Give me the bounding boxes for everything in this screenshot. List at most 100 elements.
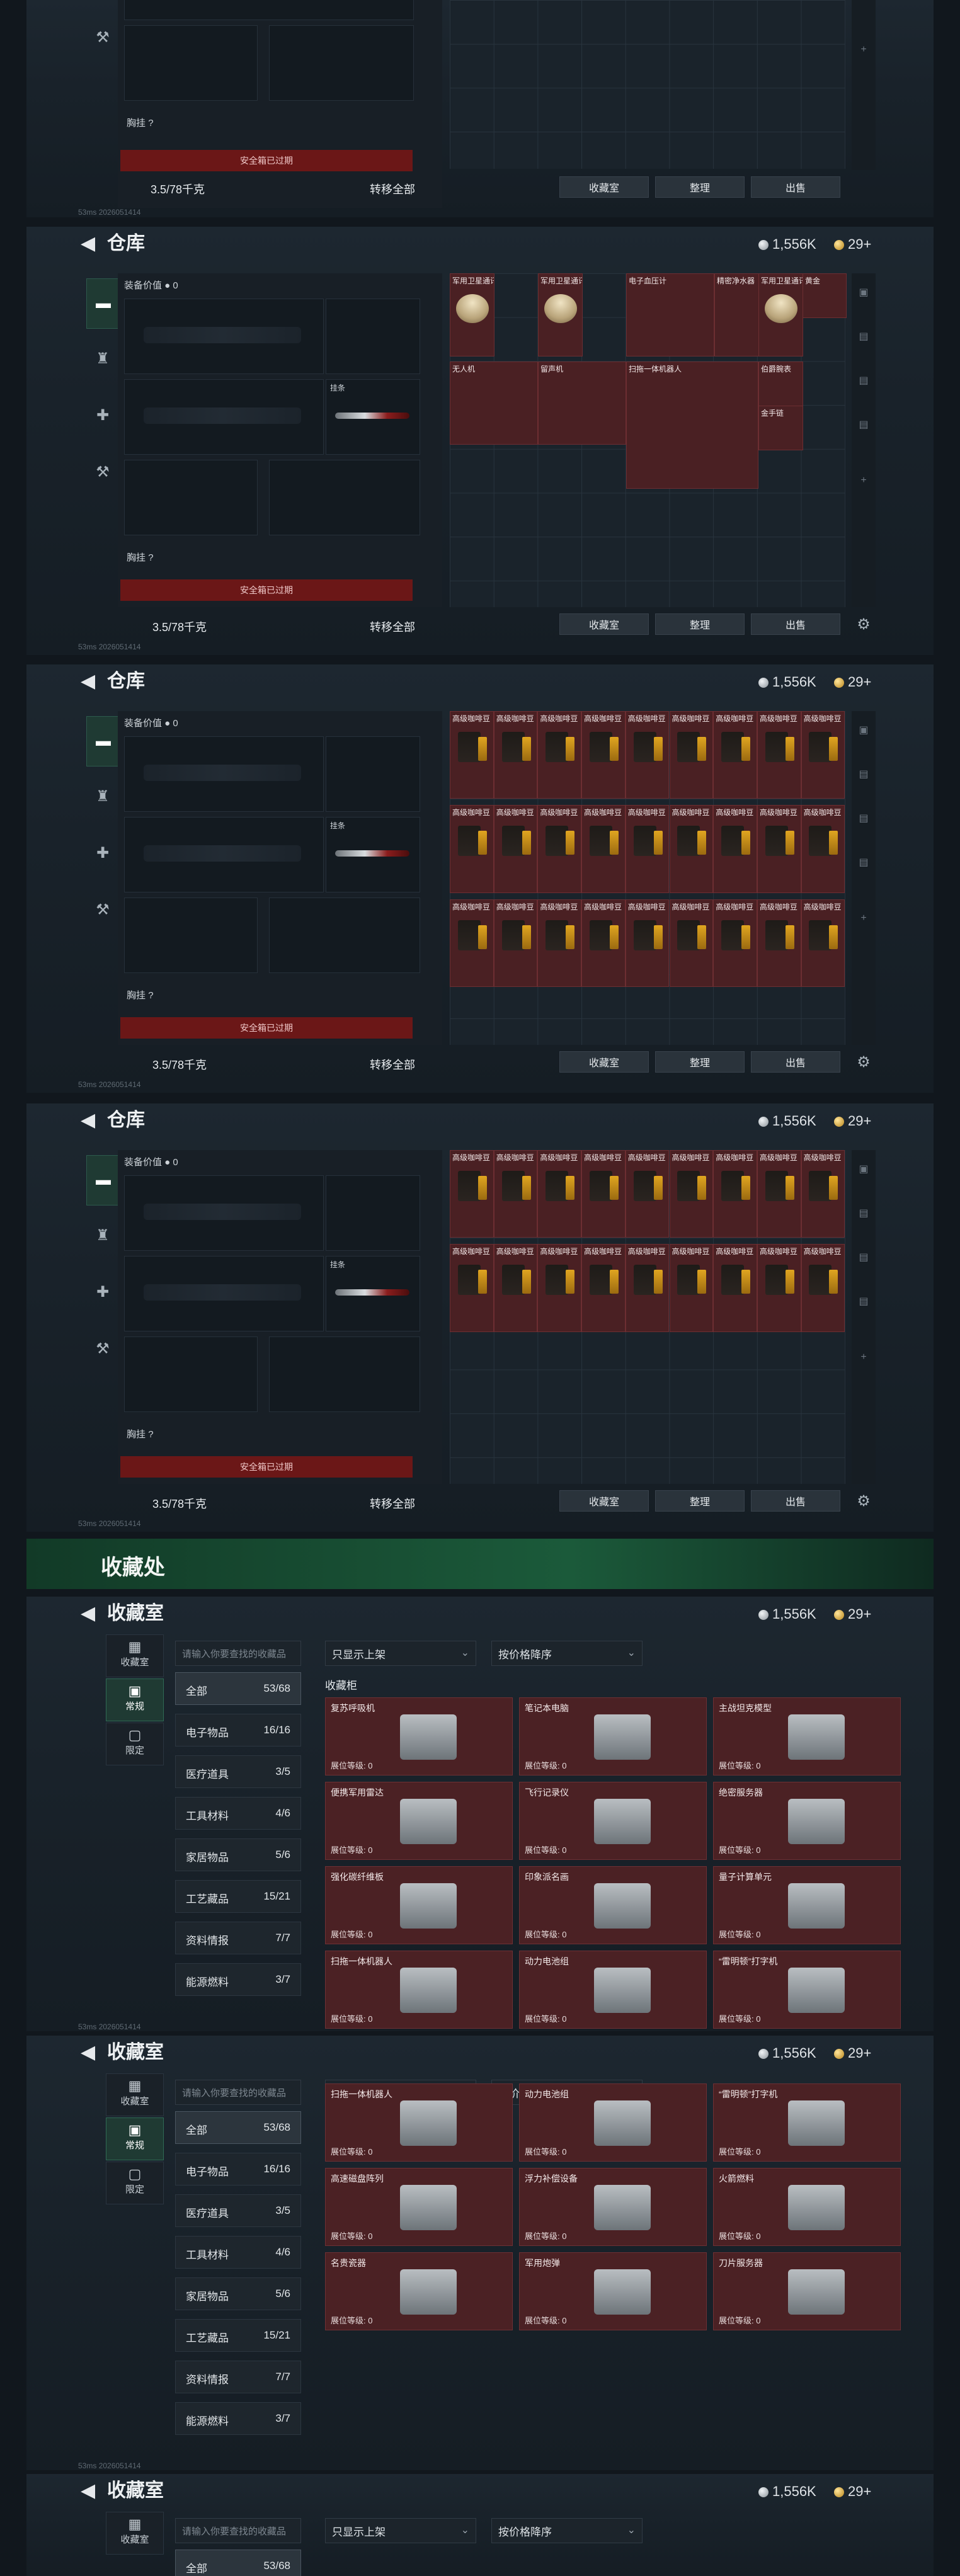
sell-button[interactable]: 出售 — [751, 1051, 840, 1073]
collection-card[interactable]: 飞行记录仪 展位等级: 0 — [519, 1782, 707, 1860]
organize-button[interactable]: 整理 — [655, 613, 745, 635]
settings-gear-icon[interactable]: ⚙ — [852, 1485, 876, 1517]
settings-gear-icon[interactable]: ⚙ — [852, 1046, 876, 1078]
armor-tab[interactable]: ♜ — [86, 334, 119, 383]
tab-regular[interactable]: ▣ 常规 — [106, 1678, 164, 1721]
category-item[interactable]: 全部 53/68 — [175, 1672, 301, 1705]
coffee-item-card[interactable]: 高级咖啡豆 — [493, 805, 538, 893]
category-item[interactable]: 工具材料 4/6 — [175, 2236, 301, 2269]
item-card[interactable]: 精密净水器 — [714, 273, 759, 356]
melee-slot[interactable]: 挂条 — [326, 1256, 420, 1331]
category-item[interactable]: 资料情报 7/7 — [175, 1922, 301, 1954]
settings-gear-icon[interactable]: ⚙ — [852, 608, 876, 640]
category-item[interactable]: 工艺藏品 15/21 — [175, 1880, 301, 1913]
collection-card[interactable]: 动力电池组 展位等级: 0 — [519, 1951, 707, 2029]
sell-button[interactable]: 出售 — [751, 613, 840, 635]
category-item[interactable]: 医疗道具 3/5 — [175, 2194, 301, 2227]
primary-weapon-slot[interactable] — [124, 299, 324, 374]
collection-card[interactable]: 复苏呼吸机 展位等级: 0 — [325, 1697, 513, 1775]
category-item[interactable]: 全部 53/68 — [175, 2550, 301, 2576]
coffee-item-card[interactable]: 高级咖啡豆 — [669, 899, 714, 988]
collection-room-button[interactable]: 收藏室 — [559, 1490, 649, 1512]
helmet-slot[interactable] — [124, 460, 258, 535]
secondary-weapon-slot[interactable] — [124, 379, 324, 455]
transfer-all-button[interactable]: 转移全部 — [370, 1495, 415, 1512]
coffee-item-card[interactable]: 高级咖啡豆 — [713, 711, 757, 799]
expired-bar[interactable]: 安全箱已过期 — [120, 1017, 413, 1039]
secondary-weapon-slot[interactable] — [124, 817, 324, 892]
storage-grid[interactable]: 高级咖啡豆 高级咖啡豆 高级咖啡豆 高级咖啡豆 高级咖啡豆 高级咖啡豆 高级咖啡豆 高级咖啡豆… — [450, 1150, 845, 1484]
coffee-item-card[interactable]: 高级咖啡豆 — [669, 1150, 714, 1238]
collection-room-button[interactable]: 收藏室 — [559, 1051, 649, 1073]
coffee-item-card[interactable]: 高级咖啡豆 — [757, 899, 801, 988]
tab-collection-room[interactable]: ▦ 收藏室 — [106, 1634, 164, 1677]
coffee-item-card[interactable]: 高级咖啡豆 — [801, 805, 845, 893]
helmet-slot[interactable] — [124, 25, 258, 101]
organize-button[interactable]: 整理 — [655, 176, 745, 198]
primary-weapon-slot[interactable] — [124, 1175, 324, 1251]
coffee-item-card[interactable]: 高级咖啡豆 — [625, 1150, 670, 1238]
armor-slot[interactable] — [269, 25, 414, 101]
coffee-item-card[interactable]: 高级咖啡豆 — [713, 805, 757, 893]
item-card[interactable]: 金手链 — [758, 406, 803, 450]
weapon-tab[interactable]: ▬ — [86, 716, 120, 767]
tab-collection-room[interactable]: ▦ 收藏室 — [106, 2073, 164, 2116]
storage-grid[interactable] — [450, 0, 845, 169]
back-arrow-icon[interactable]: ◀ — [81, 672, 95, 691]
collection-card[interactable]: 印象派名画 展位等级: 0 — [519, 1866, 707, 1944]
expired-bar[interactable]: 安全箱已过期 — [120, 579, 413, 601]
category-item[interactable]: 能源燃料 3/7 — [175, 2402, 301, 2435]
collection-card[interactable]: 浮力补偿设备 展位等级: 0 — [519, 2168, 707, 2246]
melee-slot[interactable]: 挂条 — [326, 817, 420, 892]
category-item[interactable]: 能源燃料 3/7 — [175, 1963, 301, 1996]
collection-card[interactable]: 量子计算单元 展位等级: 0 — [713, 1866, 901, 1944]
search-input[interactable]: 请输入你要查找的收藏品 — [175, 2518, 301, 2543]
coffee-item-card[interactable]: 高级咖啡豆 — [713, 1150, 757, 1238]
weapon-tab[interactable]: ▬ — [86, 1155, 120, 1205]
armor-slot[interactable] — [269, 460, 420, 535]
coffee-item-card[interactable]: 高级咖啡豆 — [625, 899, 670, 988]
tab-limited[interactable]: ▢ 限定 — [106, 1723, 164, 1765]
coffee-item-card[interactable]: 高级咖啡豆 — [493, 1150, 538, 1238]
coffee-item-card[interactable]: 高级咖啡豆 — [450, 805, 494, 893]
pistol-slot[interactable] — [326, 736, 420, 812]
coffee-item-card[interactable]: 高级咖啡豆 — [537, 1244, 582, 1332]
coffee-item-card[interactable]: 高级咖啡豆 — [581, 1150, 626, 1238]
collection-card[interactable]: 主战坦克模型 展位等级: 0 — [713, 1697, 901, 1775]
organize-button[interactable]: 整理 — [655, 1490, 745, 1512]
coffee-item-card[interactable]: 高级咖啡豆 — [625, 1244, 670, 1332]
armor-slot[interactable] — [269, 898, 420, 973]
coffee-item-card[interactable]: 高级咖啡豆 — [493, 711, 538, 799]
pistol-slot[interactable] — [326, 299, 420, 374]
collection-card[interactable]: 火箭燃料 展位等级: 0 — [713, 2168, 901, 2246]
collection-card[interactable]: 军用炮弹 展位等级: 0 — [519, 2252, 707, 2330]
collection-card[interactable]: 动力电池组 展位等级: 0 — [519, 2083, 707, 2162]
collection-room-button[interactable]: 收藏室 — [559, 176, 649, 198]
coffee-item-card[interactable]: 高级咖啡豆 — [581, 1244, 626, 1332]
category-item[interactable]: 电子物品 16/16 — [175, 2153, 301, 2186]
category-item[interactable]: 电子物品 16/16 — [175, 1714, 301, 1747]
organize-button[interactable]: 整理 — [655, 1051, 745, 1073]
tab-limited[interactable]: ▢ 限定 — [106, 2162, 164, 2204]
item-card[interactable]: 军用卫星通讯仪 — [758, 273, 803, 356]
expired-bar[interactable]: 安全箱已过期 — [120, 150, 413, 171]
item-card[interactable]: 扫拖一体机器人 — [626, 362, 758, 489]
back-arrow-icon[interactable]: ◀ — [81, 2043, 95, 2062]
item-card[interactable]: 留声机 — [538, 362, 626, 445]
armor-slot[interactable] — [269, 1336, 420, 1412]
coffee-item-card[interactable]: 高级咖啡豆 — [450, 1150, 494, 1238]
transfer-all-button[interactable]: 转移全部 — [370, 618, 415, 635]
collection-card[interactable]: 扫拖一体机器人 展位等级: 0 — [325, 1951, 513, 2029]
backpack-tab[interactable]: ⚒ — [86, 13, 119, 62]
search-input[interactable]: 请输入你要查找的收藏品 — [175, 2080, 301, 2105]
coffee-item-card[interactable]: 高级咖啡豆 — [537, 1150, 582, 1238]
category-item[interactable]: 家居物品 5/6 — [175, 2277, 301, 2310]
coffee-item-card[interactable]: 高级咖啡豆 — [581, 805, 626, 893]
coffee-item-card[interactable]: 高级咖啡豆 — [625, 711, 670, 799]
helmet-slot[interactable] — [124, 1336, 258, 1412]
back-arrow-icon[interactable]: ◀ — [81, 234, 95, 253]
coffee-item-card[interactable]: 高级咖啡豆 — [757, 1150, 801, 1238]
filter-dropdown[interactable]: 只显示上架⌄ — [325, 1641, 476, 1666]
weapon-slot[interactable] — [124, 0, 414, 20]
collection-card[interactable]: 绝密服务器 展位等级: 0 — [713, 1782, 901, 1860]
